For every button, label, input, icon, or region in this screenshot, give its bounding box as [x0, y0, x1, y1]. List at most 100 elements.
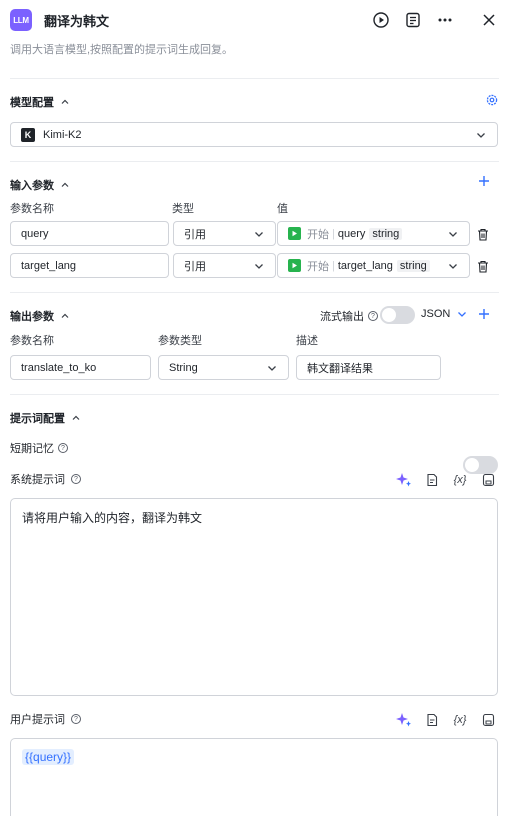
variable-icon: {x}: [453, 714, 467, 726]
system-prompt-label-group: 系统提示词 ?: [10, 471, 81, 487]
trash-icon: [478, 228, 488, 241]
col-value: 值: [277, 203, 288, 215]
chevron-up-icon: [61, 99, 69, 104]
input-value-select[interactable]: 开始 | query string: [277, 221, 470, 246]
prompt-section-header[interactable]: 提示词配置: [10, 410, 81, 426]
input-type-value: 引用: [184, 260, 206, 273]
close-button[interactable]: [479, 10, 499, 30]
source-node-label: 开始: [307, 228, 329, 241]
col-param-name: 参数名称: [10, 335, 54, 347]
run-button[interactable]: [371, 10, 391, 30]
divider: [10, 394, 499, 395]
chevron-down-icon: [449, 263, 457, 269]
insert-variable-button[interactable]: {x}: [451, 471, 469, 489]
output-name-field[interactable]: translate_to_ko: [10, 355, 151, 380]
stream-output-label: 流式输出: [320, 311, 364, 323]
input-type-select[interactable]: 引用: [173, 253, 276, 278]
system-prompt-text: 请将用户输入的内容，翻译为韩文: [22, 511, 203, 525]
system-prompt-editor[interactable]: 请将用户输入的内容，翻译为韩文: [10, 498, 498, 696]
input-type-value: 引用: [184, 228, 206, 241]
output-format-select[interactable]: JSON: [421, 308, 468, 320]
template-icon: [427, 473, 438, 487]
output-desc-field[interactable]: 韩文翻译结果: [296, 355, 441, 380]
template-button[interactable]: [423, 711, 441, 729]
user-prompt-editor[interactable]: {{query}}: [10, 738, 498, 816]
input-name-field[interactable]: query: [10, 221, 169, 246]
col-description: 描述: [296, 335, 318, 347]
output-desc-value: 韩文翻译结果: [307, 362, 373, 375]
chevron-down-icon: [255, 263, 263, 269]
plus-icon: [479, 309, 489, 319]
output-type-select[interactable]: String: [158, 355, 289, 380]
trash-icon: [478, 260, 488, 273]
model-section-header[interactable]: 模型配置: [10, 94, 70, 110]
input-type-select[interactable]: 引用: [173, 221, 276, 246]
output-section-header[interactable]: 输出参数: [10, 308, 70, 324]
more-icon: [438, 18, 452, 22]
model-settings-button[interactable]: [486, 94, 498, 106]
llm-node-icon: LLM: [10, 9, 32, 31]
divider: [10, 78, 499, 79]
chevron-down-icon: [449, 231, 457, 237]
source-var-label: target_lang: [337, 259, 393, 272]
settings-icon: [486, 94, 498, 106]
short-memory-label-group: 短期记忆 ?: [10, 440, 68, 456]
input-name-field[interactable]: target_lang: [10, 253, 169, 278]
play-icon: [373, 12, 389, 28]
template-icon: [427, 713, 438, 727]
output-format-value: JSON: [421, 308, 451, 320]
help-icon[interactable]: ?: [71, 714, 81, 724]
stream-output-toggle[interactable]: [380, 306, 415, 324]
chevron-down-icon: [268, 365, 276, 371]
chevron-up-icon: [61, 182, 69, 187]
template-button[interactable]: [423, 471, 441, 489]
divider: [10, 161, 499, 162]
short-memory-label: 短期记忆: [10, 443, 54, 455]
add-output-button[interactable]: [478, 308, 490, 323]
user-prompt-label-group: 用户提示词 ?: [10, 711, 81, 727]
model-select[interactable]: K Kimi-K2: [10, 122, 498, 147]
chevron-down-icon: [255, 231, 263, 237]
help-icon[interactable]: ?: [368, 311, 378, 321]
node-title[interactable]: 翻译为韩文: [44, 11, 109, 30]
col-param-type: 参数类型: [158, 335, 202, 347]
add-input-button[interactable]: [478, 175, 490, 190]
notes-button[interactable]: [403, 10, 423, 30]
chevron-down-icon: [458, 312, 467, 317]
node-description: 调用大语言模型,按照配置的提示词生成回复。: [10, 44, 234, 56]
source-var-label: query: [337, 227, 366, 240]
delete-input-button[interactable]: [477, 260, 489, 276]
close-icon: [483, 14, 495, 26]
input-section-header[interactable]: 输入参数: [10, 177, 70, 193]
help-icon[interactable]: ?: [71, 474, 81, 484]
var-type-chip: string: [369, 227, 403, 240]
save-prompt-button[interactable]: [479, 711, 497, 729]
ai-optimize-button[interactable]: [395, 711, 413, 729]
output-type-value: String: [169, 361, 198, 374]
help-icon[interactable]: ?: [58, 443, 68, 453]
plus-icon: [479, 176, 489, 186]
model-name: Kimi-K2: [43, 128, 82, 141]
insert-variable-button[interactable]: {x}: [451, 711, 469, 729]
document-icon: [406, 12, 420, 28]
save-prompt-button[interactable]: [479, 471, 497, 489]
chevron-up-icon: [72, 415, 80, 420]
user-prompt-label: 用户提示词: [10, 714, 65, 726]
sparkle-icon: [396, 473, 411, 487]
stream-output-control: 流式输出 ?: [320, 308, 378, 324]
input-section-title: 输入参数: [10, 180, 54, 192]
input-value-select[interactable]: 开始 | target_lang string: [277, 253, 470, 278]
input-name-value: query: [21, 227, 49, 240]
var-type-chip: string: [396, 259, 430, 272]
chevron-up-icon: [61, 313, 69, 318]
system-prompt-toolbar: {x}: [395, 471, 497, 489]
query-variable-chip[interactable]: {{query}}: [22, 749, 75, 765]
start-node-icon: [288, 259, 301, 272]
source-node-label: 开始: [307, 260, 329, 273]
col-type: 类型: [172, 203, 194, 215]
output-section-title: 输出参数: [10, 311, 54, 323]
delete-input-button[interactable]: [477, 228, 489, 244]
more-button[interactable]: [435, 10, 455, 30]
system-prompt-label: 系统提示词: [10, 474, 65, 486]
ai-optimize-button[interactable]: [395, 471, 413, 489]
